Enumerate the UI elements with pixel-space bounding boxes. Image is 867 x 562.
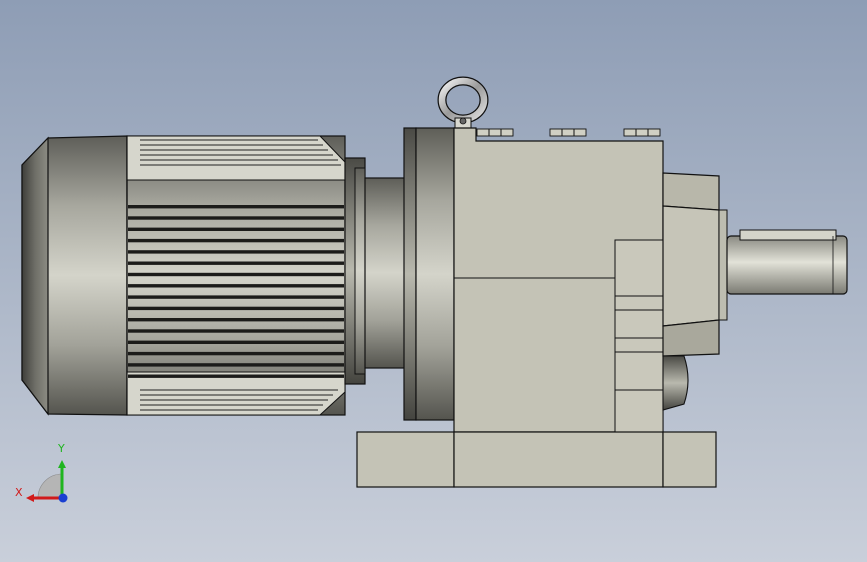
motor-flange	[344, 157, 406, 385]
cooling-fin	[128, 261, 344, 265]
eye-bolt	[437, 76, 489, 129]
cooling-fin	[128, 238, 344, 243]
cooling-fin	[128, 250, 344, 254]
gearbox-housing	[453, 127, 664, 433]
gear-motor-model[interactable]	[0, 0, 867, 562]
z-axis-dot	[58, 493, 68, 503]
cooling-fin	[128, 306, 344, 311]
mounting-feet	[356, 431, 717, 488]
cooling-fin	[128, 272, 344, 277]
cooling-fin	[128, 295, 344, 299]
cooling-fin	[128, 216, 344, 220]
gearbox-flange	[403, 127, 455, 421]
cooling-fin	[128, 363, 344, 367]
cad-viewport[interactable]: X Y	[0, 0, 867, 562]
cooling-fin	[128, 227, 344, 231]
cooling-fin	[128, 284, 344, 288]
motor-housing	[126, 135, 346, 416]
housing-bolts	[476, 128, 661, 137]
output-shaft	[726, 229, 848, 295]
y-axis-label: Y	[58, 442, 65, 455]
cooling-fin	[128, 205, 344, 209]
x-axis-label: X	[15, 486, 23, 499]
triad-plane	[37, 473, 63, 499]
cooling-fin	[128, 329, 344, 333]
cooling-fin	[128, 340, 344, 344]
fan-cover	[21, 135, 128, 416]
cooling-fin	[128, 351, 344, 356]
axis-triad[interactable]	[26, 460, 68, 503]
x-axis-arrowhead	[26, 494, 34, 502]
output-housing	[662, 172, 728, 411]
cooling-fin	[128, 318, 344, 322]
cooling-fin	[128, 374, 344, 378]
y-axis-arrowhead	[58, 460, 66, 468]
